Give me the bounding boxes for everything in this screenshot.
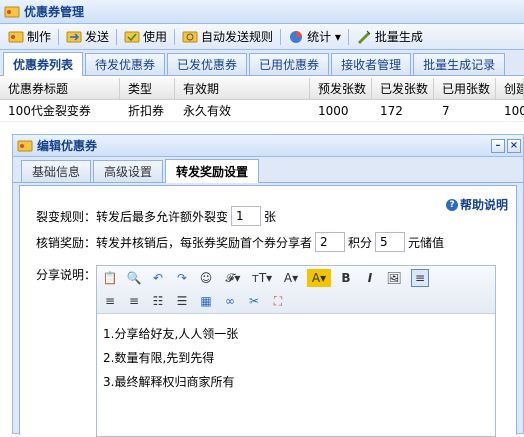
- chart-icon: [290, 30, 303, 43]
- use-icon: [124, 31, 140, 42]
- column-header[interactable]: 创建: [496, 78, 524, 99]
- table-row[interactable]: 100代金裂变券 折扣券 永久有效 1000 172 7 100: [0, 100, 524, 122]
- redo-icon[interactable]: ↷: [173, 269, 191, 287]
- send-button[interactable]: 发送: [62, 27, 113, 47]
- make-button[interactable]: 制作: [4, 27, 55, 47]
- preview-icon[interactable]: 🔍: [125, 269, 143, 287]
- coupon-grid: 优惠券标题 类型 有效期 预发张数 已发张数 已用张数 创建 100代金裂变券 …: [0, 78, 524, 122]
- edit-coupon-dialog: 编辑优惠券 – × 基础信息 高级设置 转发奖励设置 ? 帮助说明 裂变规则：转…: [12, 134, 524, 437]
- tab-coupon-list[interactable]: 优惠券列表: [3, 52, 84, 76]
- table-cell: 7: [442, 104, 450, 118]
- tab-receiver-management[interactable]: 接收者管理: [331, 53, 412, 75]
- undo-icon[interactable]: ↶: [149, 269, 167, 287]
- toolbar-separator: [174, 28, 176, 45]
- toolbar-separator: [116, 28, 118, 45]
- dialog-titlebar[interactable]: 编辑优惠券 – ×: [13, 135, 523, 157]
- font-family-icon[interactable]: 𝓕▾: [221, 269, 245, 287]
- tab-batch-records[interactable]: 批量生成记录: [413, 53, 506, 75]
- batch-generate-button[interactable]: 批量生成: [352, 27, 427, 47]
- align-left-icon[interactable]: ≡: [411, 269, 429, 287]
- emoticon-icon[interactable]: ☺: [197, 269, 215, 287]
- use-button[interactable]: 使用: [120, 27, 171, 47]
- column-header[interactable]: 已发张数: [372, 78, 434, 99]
- align-center-icon[interactable]: ≡: [101, 292, 119, 310]
- redeem-reward-row: 核销奖励：转发并核销后，每张券奖励首个券分享者 2 积分 5 元储值: [36, 232, 444, 252]
- unlink-icon[interactable]: ✂: [245, 292, 263, 310]
- make-icon: [8, 31, 24, 42]
- coupon-icon: [17, 140, 33, 151]
- batch-icon: [357, 30, 371, 44]
- close-button[interactable]: ×: [507, 139, 521, 153]
- dialog-tabbar: 基础信息 高级设置 转发奖励设置: [13, 157, 523, 183]
- fission-count-field[interactable]: 1: [231, 206, 262, 226]
- tab-forward-reward[interactable]: 转发奖励设置: [165, 159, 260, 183]
- image-icon[interactable]: 🖼: [385, 269, 403, 287]
- statistics-menu-button[interactable]: 统计 ▾: [284, 27, 345, 47]
- column-header[interactable]: 类型: [120, 78, 175, 99]
- app-titlebar: 优惠券管理: [0, 0, 524, 24]
- redeem-reward-label: 核销奖励：转发并核销后，每张券奖励首个券分享者: [36, 235, 313, 250]
- column-header[interactable]: 有效期: [175, 78, 310, 99]
- table-cell: 折扣券: [128, 104, 165, 118]
- editor-content[interactable]: 1.分享给好友,人人领一张 2.数量有限,先到先得 3.最终解释权归商家所有: [97, 314, 495, 402]
- toolbar-separator: [280, 28, 282, 45]
- coupon-icon: [4, 6, 20, 17]
- italic-icon[interactable]: I: [361, 269, 379, 287]
- app-title: 优惠券管理: [24, 5, 85, 19]
- tab-basic-info[interactable]: 基础信息: [21, 160, 92, 182]
- align-right-icon[interactable]: ≡: [125, 292, 143, 310]
- bold-icon[interactable]: B: [337, 269, 355, 287]
- main-tabbar: 优惠券列表 待发优惠券 已发优惠券 已用优惠券 接收者管理 批量生成记录: [0, 50, 524, 76]
- forward-reward-panel: ? 帮助说明 裂变规则：转发后最多允许额外裂变 1 张 核销奖励：转发并核销后，…: [19, 185, 517, 437]
- ordered-list-icon[interactable]: ☷: [149, 292, 167, 310]
- value-unit-label: 元储值: [408, 235, 445, 250]
- toolbar-separator: [347, 28, 349, 45]
- table-cell: 100: [504, 104, 524, 118]
- dialog-title: 编辑优惠券: [37, 139, 98, 153]
- editor-toolbar: 📋 🔍 ↶ ↷ ☺ 𝓕▾ тT▾ A▾ A▾ B I 🖼 ≡ ≡ ≡ ☷ ☰ ▦…: [97, 266, 495, 314]
- fullscreen-icon[interactable]: ⛶: [269, 292, 287, 310]
- help-icon: ?: [445, 198, 458, 211]
- editor-line: 3.最终解释权归商家所有: [103, 375, 235, 389]
- font-size-icon[interactable]: тT▾: [249, 269, 275, 287]
- auto-send-icon: [182, 31, 198, 42]
- grid-header: 优惠券标题 类型 有效期 预发张数 已发张数 已用张数 创建: [0, 78, 524, 100]
- link-icon[interactable]: ∞: [221, 292, 239, 310]
- fission-rule-label: 裂变规则：转发后最多允许额外裂变: [36, 209, 229, 224]
- main-toolbar: 制作 发送 使用 自动发送规则 统计 ▾ 批量生成: [0, 24, 524, 50]
- tab-advanced-settings[interactable]: 高级设置: [93, 160, 164, 182]
- reward-points-field[interactable]: 2: [315, 232, 346, 252]
- table-icon[interactable]: ▦: [197, 292, 215, 310]
- tab-used-coupons[interactable]: 已用优惠券: [249, 53, 330, 75]
- help-link[interactable]: ? 帮助说明: [445, 196, 508, 213]
- table-cell: 100代金裂变券: [8, 104, 91, 118]
- tab-sent-coupons[interactable]: 已发优惠券: [167, 53, 248, 75]
- table-cell: 172: [380, 104, 403, 118]
- toolbar-separator: [58, 28, 60, 45]
- text-color-icon[interactable]: A▾: [279, 269, 303, 287]
- auto-send-rules-button[interactable]: 自动发送规则: [178, 27, 277, 47]
- fission-rule-row: 裂变规则：转发后最多允许额外裂变 1 张: [36, 206, 276, 226]
- reward-value-field[interactable]: 5: [375, 232, 406, 252]
- table-cell: 1000: [318, 104, 349, 118]
- tab-pending-coupons[interactable]: 待发优惠券: [85, 53, 166, 75]
- column-header[interactable]: 优惠券标题: [0, 78, 120, 99]
- share-description-editor: 📋 🔍 ↶ ↷ ☺ 𝓕▾ тT▾ A▾ A▾ B I 🖼 ≡ ≡ ≡ ☷ ☰ ▦…: [96, 265, 496, 437]
- send-icon: [66, 31, 82, 42]
- highlight-color-icon[interactable]: A▾: [307, 269, 331, 287]
- unordered-list-icon[interactable]: ☰: [173, 292, 191, 310]
- editor-line: 1.分享给好友,人人领一张: [103, 327, 239, 341]
- minimize-button[interactable]: –: [491, 139, 505, 153]
- fission-unit-label: 张: [264, 209, 277, 224]
- points-unit-label: 积分: [348, 235, 373, 250]
- share-description-label: 分享说明：: [36, 268, 97, 282]
- paste-icon[interactable]: 📋: [101, 269, 119, 287]
- column-header[interactable]: 已用张数: [434, 78, 496, 99]
- editor-line: 2.数量有限,先到先得: [103, 351, 215, 365]
- table-cell: 永久有效: [183, 104, 232, 118]
- column-header[interactable]: 预发张数: [310, 78, 372, 99]
